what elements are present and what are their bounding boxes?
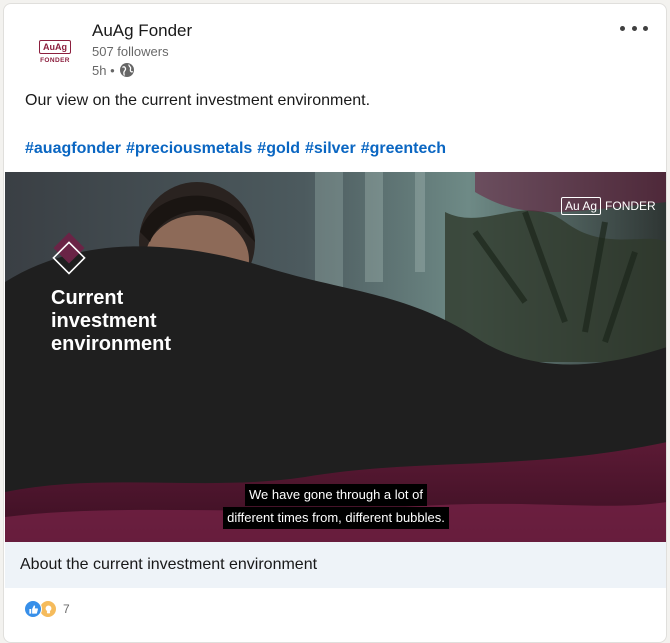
video-title-line: investment <box>51 310 157 332</box>
reactions-summary[interactable]: 7 <box>24 600 70 618</box>
post-time: 5h • <box>92 62 115 78</box>
video-brand-logo: Au Ag FONDER <box>561 197 656 215</box>
video-caption-bar[interactable]: About the current investment environment <box>5 542 666 588</box>
video-subtitles: We have gone through a lot of different … <box>5 484 666 530</box>
post-meta: 5h • <box>92 62 135 78</box>
video-brand-box: Au Ag <box>561 197 602 215</box>
logo-subtext: FONDER <box>40 57 70 64</box>
logo-mark: AuAg <box>39 40 71 54</box>
hashtag-list: #auagfonder #preciousmetals #gold #silve… <box>25 140 446 158</box>
hashtag-preciousmetals[interactable]: #preciousmetals <box>126 140 252 158</box>
video-caption: About the current investment environment <box>20 556 318 573</box>
hashtag-silver[interactable]: #silver <box>305 140 356 158</box>
more-options-icon[interactable] <box>620 18 648 38</box>
video-brand-word: FONDER <box>605 199 656 213</box>
video-title-line: environment <box>51 333 172 355</box>
feed-post-card: AuAg FONDER AuAg Fonder 507 followers 5h… <box>3 3 667 643</box>
video-title: Current investment environment <box>51 287 271 356</box>
hashtag-greentech[interactable]: #greentech <box>361 140 446 158</box>
video-title-line: Current <box>51 287 124 309</box>
post-header: AuAg FONDER AuAg Fonder 507 followers 5h… <box>4 4 666 94</box>
like-icon <box>24 600 42 618</box>
globe-icon <box>119 62 135 78</box>
subtitle-line: different times from, different bubbles. <box>223 507 449 529</box>
hashtag-gold[interactable]: #gold <box>257 140 300 158</box>
company-logo[interactable]: AuAg FONDER <box>29 26 81 78</box>
post-text: Our view on the current investment envir… <box>25 92 371 109</box>
subtitle-line: We have gone through a lot of <box>245 484 427 506</box>
author-name[interactable]: AuAg Fonder <box>92 21 192 41</box>
reaction-count: 7 <box>63 602 70 616</box>
hashtag-auagfonder[interactable]: #auagfonder <box>25 140 121 158</box>
follower-count: 507 followers <box>92 44 169 59</box>
video-player[interactable]: Au Ag FONDER Current investment environm… <box>5 172 666 542</box>
